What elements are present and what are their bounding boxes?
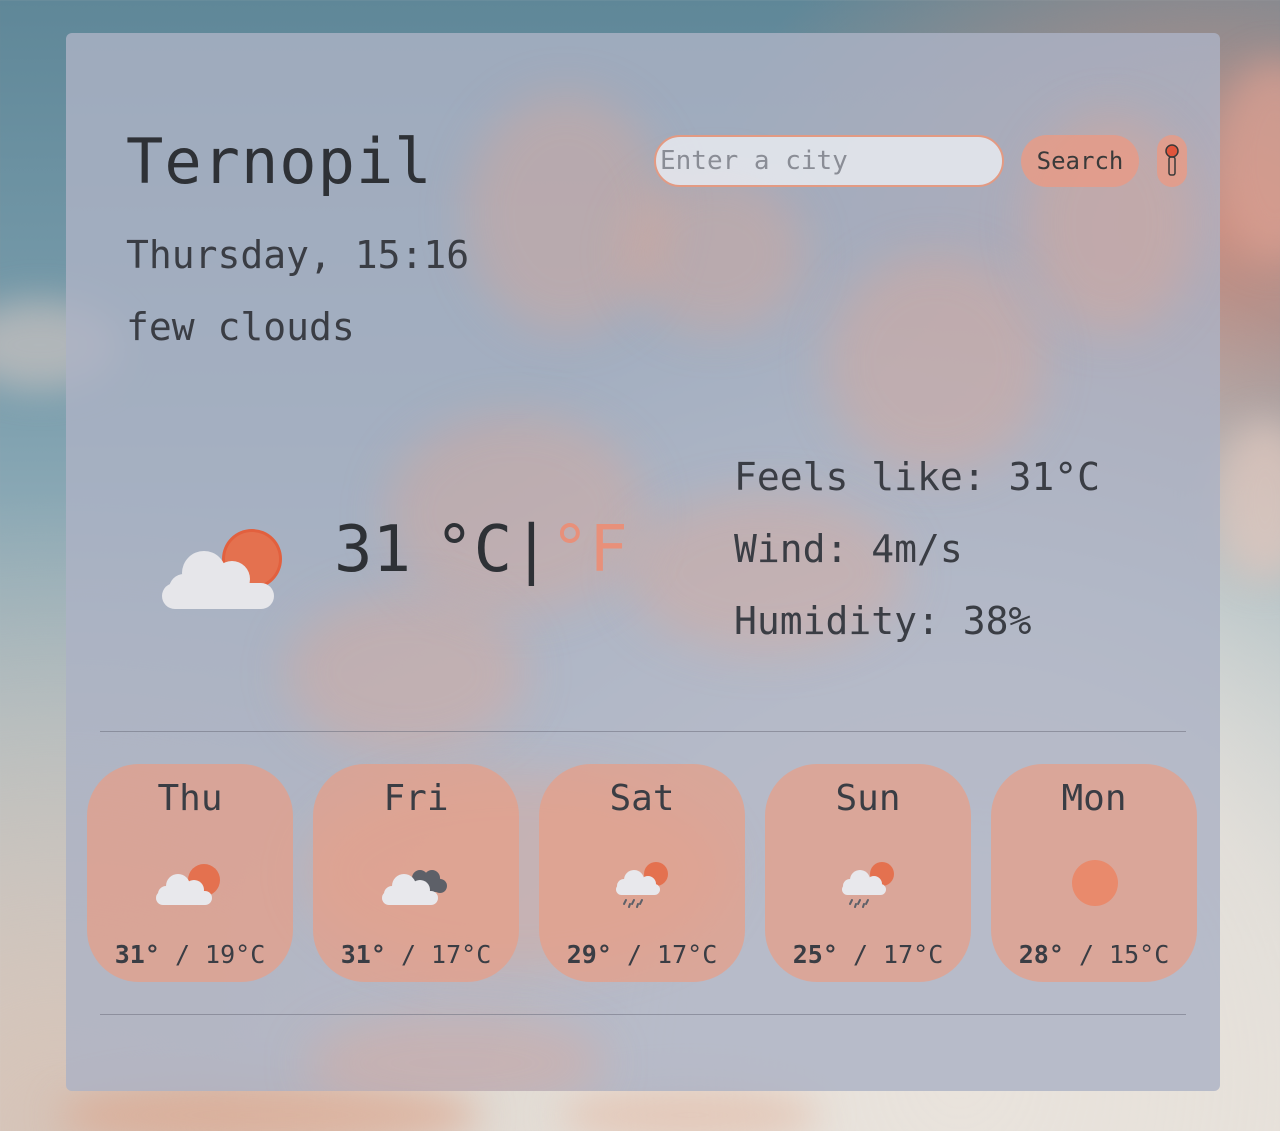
weather-description: few clouds	[126, 305, 355, 349]
city-name: Ternopil	[126, 125, 433, 198]
current-temperature: 31 °C | °F	[334, 513, 628, 587]
forecast-temp-separator: /	[385, 940, 432, 969]
forecast-max: 31°	[114, 940, 160, 969]
cloud-sun-icon	[158, 525, 288, 619]
forecast-card: Mon 28° / 15°C	[991, 764, 1197, 982]
forecast-min: 17°C	[883, 940, 944, 969]
rain-sun-icon	[828, 858, 908, 912]
city-search-input[interactable]	[654, 135, 1004, 187]
forecast-max: 31°	[340, 940, 386, 969]
forecast-card: Sat 29° / 17°C	[539, 764, 745, 982]
forecast-card: Sun 25° / 17°C	[765, 764, 971, 982]
humidity: Humidity: 38%	[734, 599, 1032, 643]
forecast-temp-separator: /	[1063, 940, 1110, 969]
forecast-max: 28°	[1018, 940, 1064, 969]
divider-bottom	[100, 1014, 1186, 1015]
forecast-card: Fri 31° / 17°C	[313, 764, 519, 982]
search-button[interactable]: Search	[1021, 135, 1139, 187]
forecast-day: Thu	[157, 778, 223, 819]
forecast-temps: 29° / 17°C	[539, 940, 745, 969]
sky-cloud	[560, 1085, 820, 1131]
forecast-max: 25°	[792, 940, 838, 969]
forecast-temp-separator: /	[611, 940, 658, 969]
temperature-value: 31	[334, 513, 412, 587]
forecast-min: 17°C	[431, 940, 492, 969]
forecast-list: Thu 31° / 19°C Fri 31° / 17°C Sat 29° / …	[87, 764, 1199, 984]
forecast-temp-separator: /	[837, 940, 884, 969]
sky-cloud	[1215, 60, 1280, 260]
forecast-max: 29°	[566, 940, 612, 969]
forecast-day: Mon	[1061, 778, 1127, 819]
location-pin-icon	[1157, 143, 1187, 179]
sky-cloud	[1215, 420, 1280, 580]
weather-details: Feels like: 31°C Wind: 4m/s Humidity: 38…	[734, 441, 1100, 657]
forecast-temps: 28° / 15°C	[991, 940, 1197, 969]
cloud-sun-icon	[150, 858, 230, 912]
forecast-min: 19°C	[205, 940, 266, 969]
forecast-card: Thu 31° / 19°C	[87, 764, 293, 982]
forecast-min: 15°C	[1109, 940, 1170, 969]
feels-like: Feels like: 31°C	[734, 455, 1101, 499]
divider-top	[100, 731, 1186, 732]
celsius-toggle[interactable]: °C	[435, 513, 512, 587]
cloud-dark-cloud-icon	[376, 858, 456, 912]
forecast-temps: 31° / 17°C	[313, 940, 519, 969]
forecast-min: 17°C	[657, 940, 718, 969]
forecast-day: Fri	[383, 778, 449, 819]
current-datetime: Thursday, 15:16	[126, 233, 470, 277]
forecast-temps: 25° / 17°C	[765, 940, 971, 969]
weather-app-panel: Ternopil Thursday, 15:16 few clouds Sear…	[66, 33, 1220, 1091]
wind-speed: Wind: 4m/s	[734, 527, 963, 571]
forecast-temp-separator: /	[159, 940, 206, 969]
forecast-day: Sat	[609, 778, 675, 819]
current-location-button[interactable]	[1157, 135, 1187, 187]
sun-icon	[1054, 858, 1134, 912]
rain-sun-icon	[602, 858, 682, 912]
unit-separator: |	[512, 513, 551, 587]
forecast-day: Sun	[835, 778, 901, 819]
forecast-temps: 31° / 19°C	[87, 940, 293, 969]
fahrenheit-toggle[interactable]: °F	[551, 513, 628, 587]
